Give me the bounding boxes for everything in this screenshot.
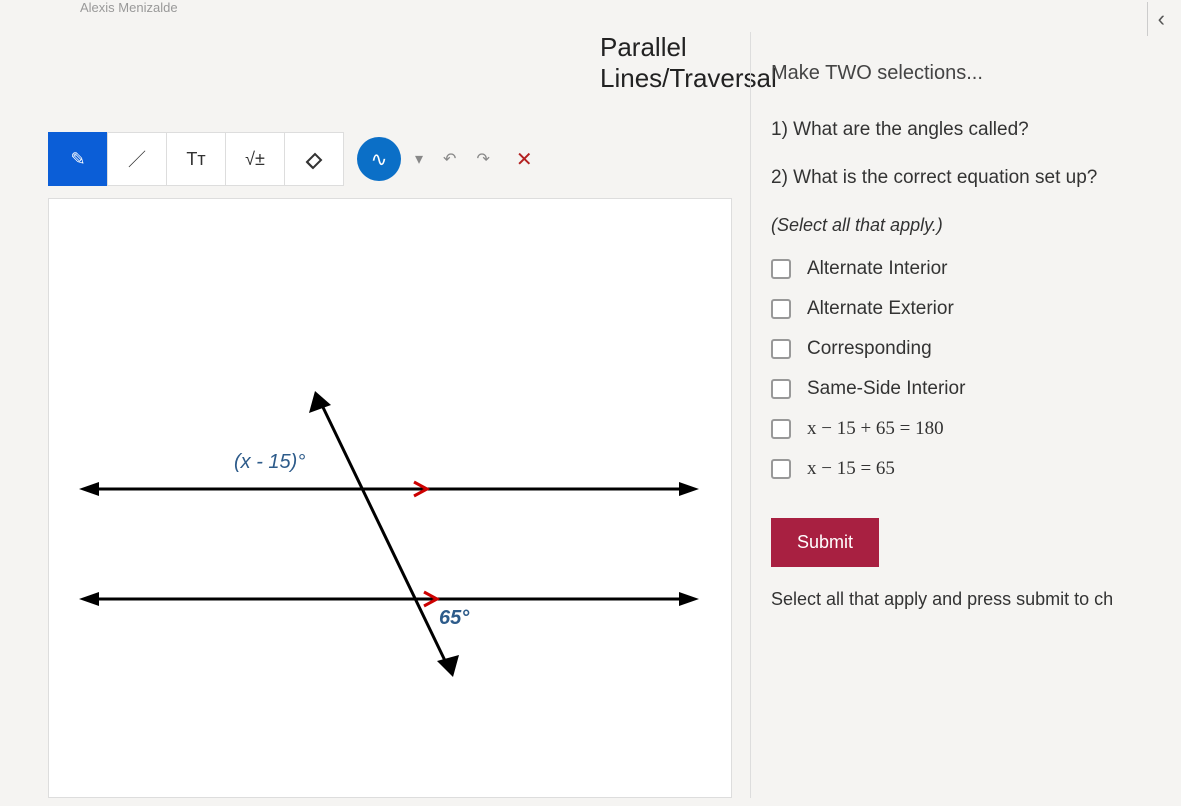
- checkbox[interactable]: [771, 459, 791, 479]
- question-1: 1) What are the angles called?: [771, 119, 1171, 141]
- option-label: Alternate Interior: [807, 258, 947, 280]
- option-alternate-interior[interactable]: Alternate Interior: [771, 258, 1171, 280]
- question-panel: Make TWO selections... 1) What are the a…: [750, 32, 1181, 798]
- scribble-tool[interactable]: ∿: [357, 137, 401, 181]
- option-equation-1[interactable]: x − 15 + 65 = 180: [771, 418, 1171, 440]
- angle-label-top: (x - 15)°: [234, 451, 305, 474]
- option-label: Corresponding: [807, 338, 932, 360]
- dropdown-icon[interactable]: ▾: [415, 149, 423, 169]
- option-label: x − 15 + 65 = 180: [807, 418, 944, 440]
- option-label: x − 15 = 65: [807, 458, 895, 480]
- hint-text: (Select all that apply.): [771, 215, 943, 235]
- option-equation-2[interactable]: x − 15 = 65: [771, 458, 1171, 480]
- checkbox[interactable]: [771, 259, 791, 279]
- submit-button[interactable]: Submit: [771, 518, 879, 567]
- option-label: Alternate Exterior: [807, 298, 954, 320]
- footer-text: Select all that apply and press submit t…: [771, 589, 1171, 610]
- undo-button[interactable]: ↶: [443, 149, 456, 169]
- eraser-tool[interactable]: [284, 132, 344, 186]
- redo-button[interactable]: ↷: [476, 149, 489, 169]
- option-alternate-exterior[interactable]: Alternate Exterior: [771, 298, 1171, 320]
- math-tool[interactable]: √±: [225, 132, 285, 186]
- angle-label-bottom: 65°: [439, 607, 469, 630]
- close-button[interactable]: ✕: [516, 147, 533, 172]
- toolbar: ✎ ／ Tᴛ √± ∿ ▾ ↶ ↷ ✕: [40, 132, 740, 186]
- checkbox[interactable]: [771, 339, 791, 359]
- option-corresponding[interactable]: Corresponding: [771, 338, 1171, 360]
- student-name: Alexis Menizalde: [80, 0, 178, 15]
- eraser-icon: [303, 148, 325, 170]
- option-label: Same-Side Interior: [807, 378, 965, 400]
- question-2: 2) What is the correct equation set up?: [771, 167, 1171, 189]
- text-tool[interactable]: Tᴛ: [166, 132, 226, 186]
- instruction-text: Make TWO selections...: [771, 62, 1171, 85]
- drawing-canvas[interactable]: (x - 15)° 65°: [48, 198, 732, 798]
- prev-button[interactable]: ‹: [1147, 2, 1175, 36]
- pen-tool[interactable]: ✎: [48, 132, 108, 186]
- checkbox[interactable]: [771, 299, 791, 319]
- checkbox[interactable]: [771, 419, 791, 439]
- option-same-side-interior[interactable]: Same-Side Interior: [771, 378, 1171, 400]
- line-tool[interactable]: ／: [107, 132, 167, 186]
- page-title: Parallel Lines/Traversal: [600, 32, 740, 94]
- checkbox[interactable]: [771, 379, 791, 399]
